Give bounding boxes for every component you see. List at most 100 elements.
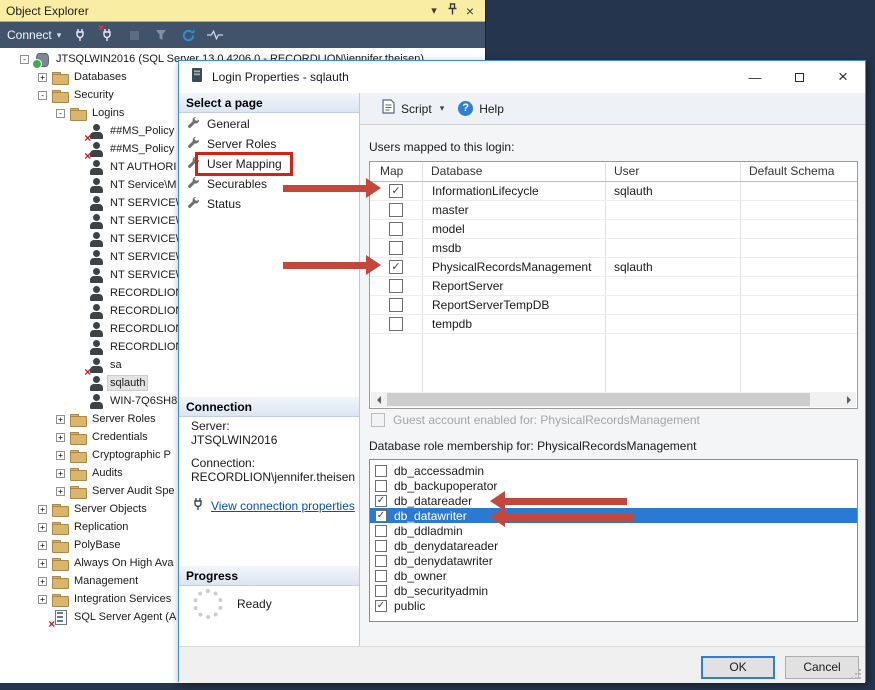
role-checkbox[interactable] xyxy=(375,525,387,537)
map-checkbox[interactable] xyxy=(389,222,403,236)
role-checkbox[interactable] xyxy=(375,480,387,492)
column-header-database: Database xyxy=(422,162,605,181)
table-row[interactable]: model xyxy=(370,220,857,239)
progress-spinner-icon xyxy=(193,589,223,619)
role-checkbox[interactable]: ✓ xyxy=(375,495,387,507)
role-checkbox[interactable]: ✓ xyxy=(375,600,387,612)
database-cell: ReportServerTempDB xyxy=(422,298,605,312)
login-disabled-icon: × xyxy=(88,358,104,373)
progress-status: Ready xyxy=(237,597,272,611)
table-row[interactable]: msdb xyxy=(370,239,857,258)
pin-icon[interactable] xyxy=(443,3,461,19)
connect-button[interactable]: Connect ▾ xyxy=(7,28,61,42)
tree-expander[interactable]: - xyxy=(20,55,29,64)
table-row[interactable]: tempdb xyxy=(370,315,857,334)
tree-expander[interactable]: + xyxy=(56,469,65,478)
refresh-icon[interactable] xyxy=(180,27,196,43)
tree-expander[interactable]: + xyxy=(56,451,65,460)
tree-expander[interactable]: + xyxy=(38,523,47,532)
role-checkbox[interactable] xyxy=(375,570,387,582)
role-list-item[interactable]: db_denydatawriter xyxy=(370,553,857,568)
map-checkbox[interactable] xyxy=(389,279,403,293)
table-row[interactable]: master xyxy=(370,201,857,220)
map-checkbox[interactable] xyxy=(389,298,403,312)
table-row[interactable]: ReportServerTempDB xyxy=(370,296,857,315)
table-row[interactable]: ReportServer xyxy=(370,277,857,296)
tree-expander[interactable]: - xyxy=(38,91,47,100)
filter-icon[interactable] xyxy=(153,27,169,43)
tree-item-label: Credentials xyxy=(90,430,150,444)
map-checkbox[interactable]: ✓ xyxy=(389,260,403,274)
scroll-right-icon[interactable] xyxy=(841,392,856,407)
help-button[interactable]: Help xyxy=(479,102,504,116)
role-checkbox[interactable] xyxy=(375,465,387,477)
page-item[interactable]: General xyxy=(179,114,359,134)
role-checkbox[interactable] xyxy=(375,555,387,567)
map-checkbox[interactable] xyxy=(389,241,403,255)
role-list-item[interactable]: db_securityadmin xyxy=(370,583,857,598)
tree-item-label: ##MS_Policy xyxy=(108,142,176,156)
maximize-icon[interactable] xyxy=(777,61,821,93)
table-row[interactable]: ✓ InformationLifecycle sqlauth xyxy=(370,182,857,201)
database-role-list: db_accessadmin db_backupoperator ✓ db_da… xyxy=(369,459,858,622)
tree-expander[interactable]: + xyxy=(38,559,47,568)
role-list-item[interactable]: db_accessadmin xyxy=(370,463,857,478)
folder-icon: × xyxy=(70,448,86,463)
login-disabled-icon: × xyxy=(88,124,104,139)
map-checkbox[interactable] xyxy=(389,317,403,331)
map-checkbox[interactable] xyxy=(389,203,403,217)
script-icon xyxy=(382,99,395,119)
user-cell: sqlauth xyxy=(605,260,740,274)
role-list-item[interactable]: db_owner xyxy=(370,568,857,583)
table-row[interactable]: ✓ PhysicalRecordsManagement sqlauth xyxy=(370,258,857,277)
tree-expander[interactable]: + xyxy=(56,415,65,424)
role-list-item[interactable]: db_denydatareader xyxy=(370,538,857,553)
wrench-icon xyxy=(187,176,200,192)
connection-panel: Server: JTSQLWIN2016 Connection: RECORDL… xyxy=(191,419,355,514)
role-label: db_backupoperator xyxy=(394,479,497,493)
users-mapped-label: Users mapped to this login: xyxy=(369,140,514,154)
guest-account-checkbox xyxy=(371,413,385,427)
page-item-label: Server Roles xyxy=(207,137,276,151)
view-connection-properties-link[interactable]: View connection properties xyxy=(211,499,355,513)
tree-expander[interactable]: + xyxy=(38,541,47,550)
tree-expander[interactable]: - xyxy=(56,109,65,118)
connect-object-explorer-icon[interactable] xyxy=(72,27,88,43)
tree-expander[interactable]: + xyxy=(56,433,65,442)
tree-expander[interactable]: + xyxy=(56,487,65,496)
close-icon[interactable]: × xyxy=(821,61,865,93)
page-item[interactable]: Server Roles xyxy=(179,134,359,154)
chevron-down-icon[interactable]: ▾ xyxy=(440,103,445,114)
role-checkbox[interactable] xyxy=(375,540,387,552)
minimize-icon[interactable]: — xyxy=(733,61,777,93)
role-checkbox[interactable] xyxy=(375,585,387,597)
annotation-arrow-informationlifecycle xyxy=(283,178,381,198)
cancel-button[interactable]: Cancel xyxy=(785,656,859,679)
tree-item-label: ##MS_Policy xyxy=(108,124,176,138)
tree-expander[interactable]: + xyxy=(38,73,47,82)
close-icon[interactable]: × xyxy=(461,3,479,19)
connection-value: RECORDLION\jennifer.theisen xyxy=(191,470,355,484)
ok-button[interactable]: OK xyxy=(701,656,775,679)
disconnect-icon[interactable]: × xyxy=(99,27,115,43)
role-list-item[interactable]: ✓ public xyxy=(370,598,857,613)
map-checkbox[interactable]: ✓ xyxy=(389,184,403,198)
tree-expander[interactable]: + xyxy=(38,505,47,514)
tree-item-label: RECORDLION xyxy=(108,286,185,300)
scroll-left-icon[interactable] xyxy=(371,392,386,407)
page-item-label: Securables xyxy=(207,177,267,191)
horizontal-scrollbar[interactable] xyxy=(371,392,856,407)
script-button[interactable]: Script xyxy=(401,102,432,116)
folder-icon: × xyxy=(70,466,86,481)
window-position-icon[interactable]: ▾ xyxy=(425,4,443,17)
scrollbar-thumb[interactable] xyxy=(387,393,810,406)
resize-grip[interactable] xyxy=(851,669,861,679)
role-checkbox[interactable]: ✓ xyxy=(375,510,387,522)
tree-expander[interactable]: + xyxy=(38,577,47,586)
tree-item-label: NT SERVICE\ xyxy=(108,214,181,228)
tree-expander[interactable]: + xyxy=(38,595,47,604)
stop-icon[interactable] xyxy=(126,27,142,43)
tree-item-label: NT SERVICE\ xyxy=(108,196,181,210)
object-explorer-title-bar: Object Explorer ▾ × xyxy=(0,0,485,22)
activity-monitor-icon[interactable] xyxy=(207,27,223,43)
